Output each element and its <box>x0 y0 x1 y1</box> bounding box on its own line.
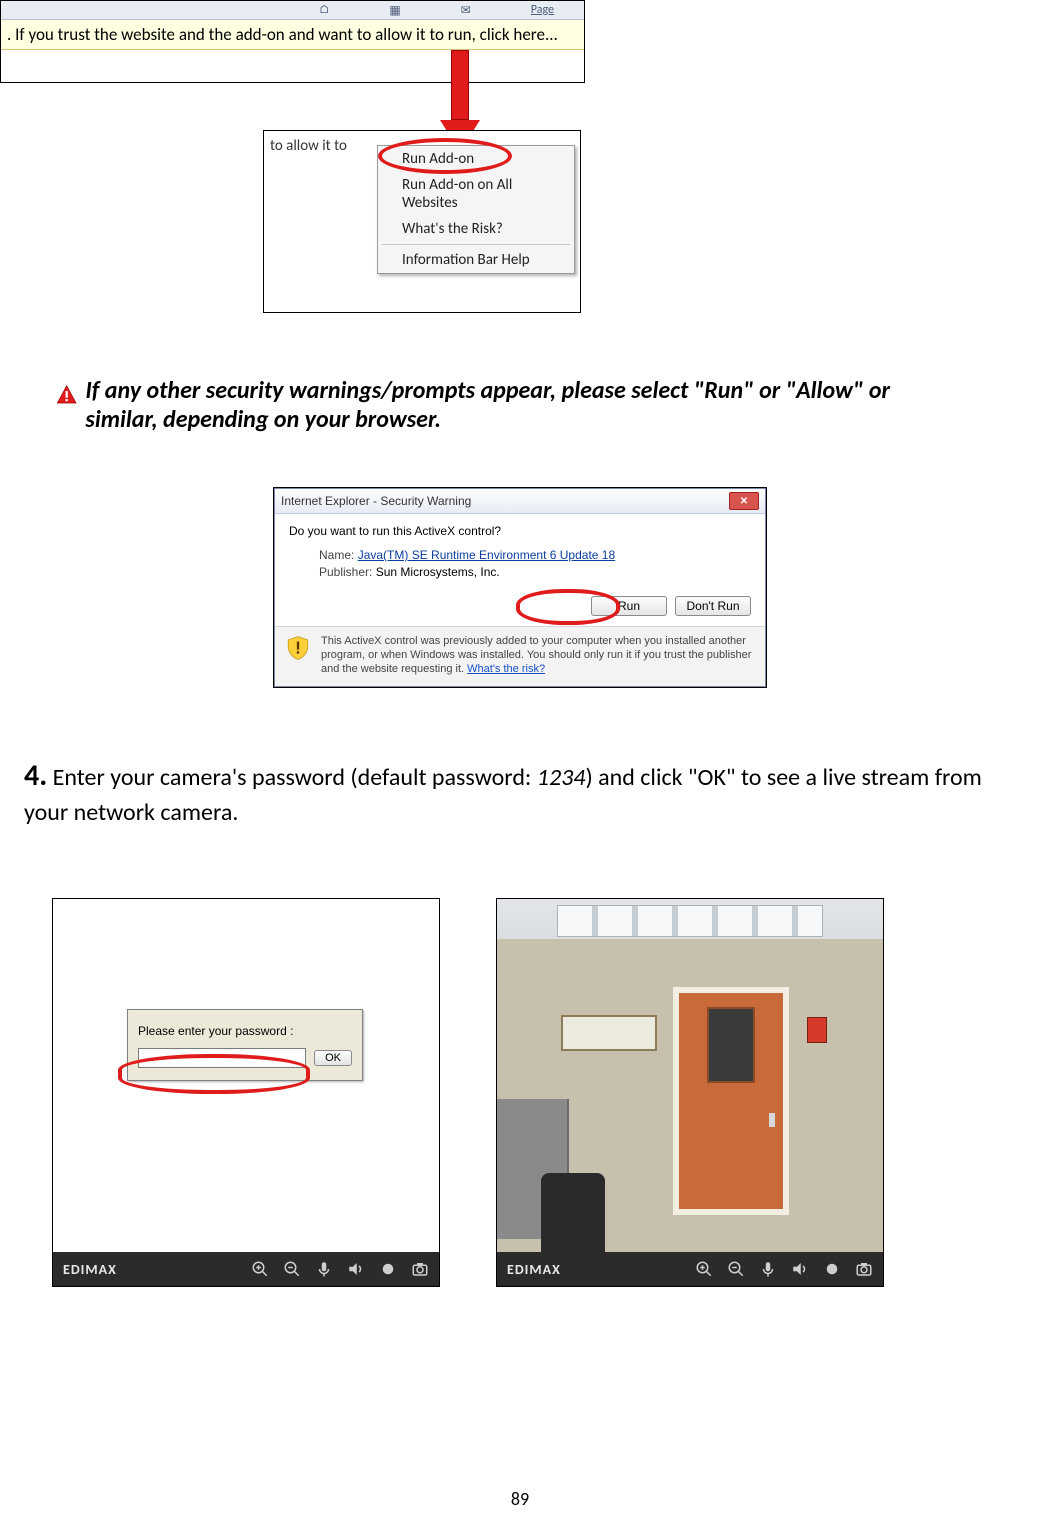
record-icon[interactable] <box>823 1260 841 1278</box>
menu-item-run-all[interactable]: Run Add-on on All Websites <box>378 172 574 216</box>
shield-warning-icon <box>285 635 311 661</box>
mic-icon[interactable] <box>315 1260 333 1278</box>
publisher-value: Sun Microsystems, Inc. <box>376 565 500 579</box>
warning-note-text: If any other security warnings/prompts a… <box>85 376 916 435</box>
context-menu-screenshot: to allow it to Run Add-on Run Add-on on … <box>263 130 581 313</box>
step-text-a: Enter your camera's password (default pa… <box>53 763 537 792</box>
snapshot-icon[interactable] <box>855 1260 873 1278</box>
mic-icon[interactable] <box>759 1260 777 1278</box>
record-icon[interactable] <box>379 1260 397 1278</box>
close-button[interactable]: ✕ <box>729 492 759 510</box>
context-menu: Run Add-on Run Add-on on All Websites Wh… <box>377 145 575 274</box>
speaker-icon[interactable] <box>347 1260 365 1278</box>
dialog-footer-text: This ActiveX control was previously adde… <box>321 635 755 676</box>
live-stream-image <box>497 899 883 1252</box>
information-bar[interactable]: . If you trust the website and the add-o… <box>1 20 584 50</box>
dialog-question: Do you want to run this ActiveX control? <box>289 524 751 538</box>
zoom-out-icon[interactable] <box>727 1260 745 1278</box>
menu-item-info-bar-help[interactable]: Information Bar Help <box>378 247 574 273</box>
name-row: Name: Java(TM) SE Runtime Environment 6 … <box>319 548 751 562</box>
speaker-icon[interactable] <box>791 1260 809 1278</box>
partial-text: to allow it to <box>270 137 347 155</box>
password-prompt: Please enter your password : OK <box>127 1009 363 1081</box>
mail-icon: ✉ <box>461 3 471 18</box>
feed-icon: ▦ <box>389 3 400 18</box>
browser-toolbar-fragment: ⌂ ▦ ✉ Page . If you trust the website an… <box>0 0 585 83</box>
dialog-title: Internet Explorer - Security Warning <box>281 494 471 508</box>
name-value-link[interactable]: Java(TM) SE Runtime Environment 6 Update… <box>358 548 615 562</box>
zoom-in-icon[interactable] <box>251 1260 269 1278</box>
warning-note: If any other security warnings/prompts a… <box>56 376 916 435</box>
brand-label: EDIMAX <box>507 1261 681 1278</box>
zoom-in-icon[interactable] <box>695 1260 713 1278</box>
camera-view-live: EDIMAX <box>496 898 884 1287</box>
run-button[interactable]: Run <box>591 596 667 616</box>
close-icon: ✕ <box>740 496 748 507</box>
step-4-instruction: 4. Enter your camera's password (default… <box>24 756 1004 829</box>
page-menu-label: Page <box>531 3 554 17</box>
whats-the-risk-link[interactable]: What's the risk? <box>467 663 545 675</box>
password-input[interactable] <box>138 1048 306 1068</box>
dont-run-button[interactable]: Don't Run <box>675 596 751 616</box>
browser-toolbar-icons: ⌂ ▦ ✉ Page <box>1 1 584 20</box>
step-number: 4. <box>24 757 47 794</box>
dialog-titlebar: Internet Explorer - Security Warning ✕ <box>275 489 765 514</box>
publisher-row: Publisher: Sun Microsystems, Inc. <box>319 565 751 579</box>
home-icon: ⌂ <box>319 3 330 17</box>
ok-button[interactable]: OK <box>314 1050 352 1066</box>
page-number: 89 <box>0 1488 1040 1510</box>
menu-item-run-addon[interactable]: Run Add-on <box>378 146 574 172</box>
menu-item-whats-risk[interactable]: What's the Risk? <box>378 216 574 242</box>
camera-control-bar: EDIMAX <box>497 1252 883 1286</box>
publisher-label: Publisher: <box>319 565 372 579</box>
zoom-out-icon[interactable] <box>283 1260 301 1278</box>
warning-icon <box>56 380 77 410</box>
security-warning-screenshot: Internet Explorer - Security Warning ✕ D… <box>273 487 767 688</box>
snapshot-icon[interactable] <box>411 1260 429 1278</box>
name-label: Name: <box>319 548 354 562</box>
camera-view-password: Please enter your password : OK EDIMAX <box>52 898 440 1287</box>
browser-blank-area <box>1 50 584 82</box>
step-default-password: 1234 <box>537 763 586 792</box>
menu-separator <box>382 244 570 245</box>
camera-control-bar: EDIMAX <box>53 1252 439 1286</box>
brand-label: EDIMAX <box>63 1261 237 1278</box>
password-label: Please enter your password : <box>138 1024 352 1038</box>
